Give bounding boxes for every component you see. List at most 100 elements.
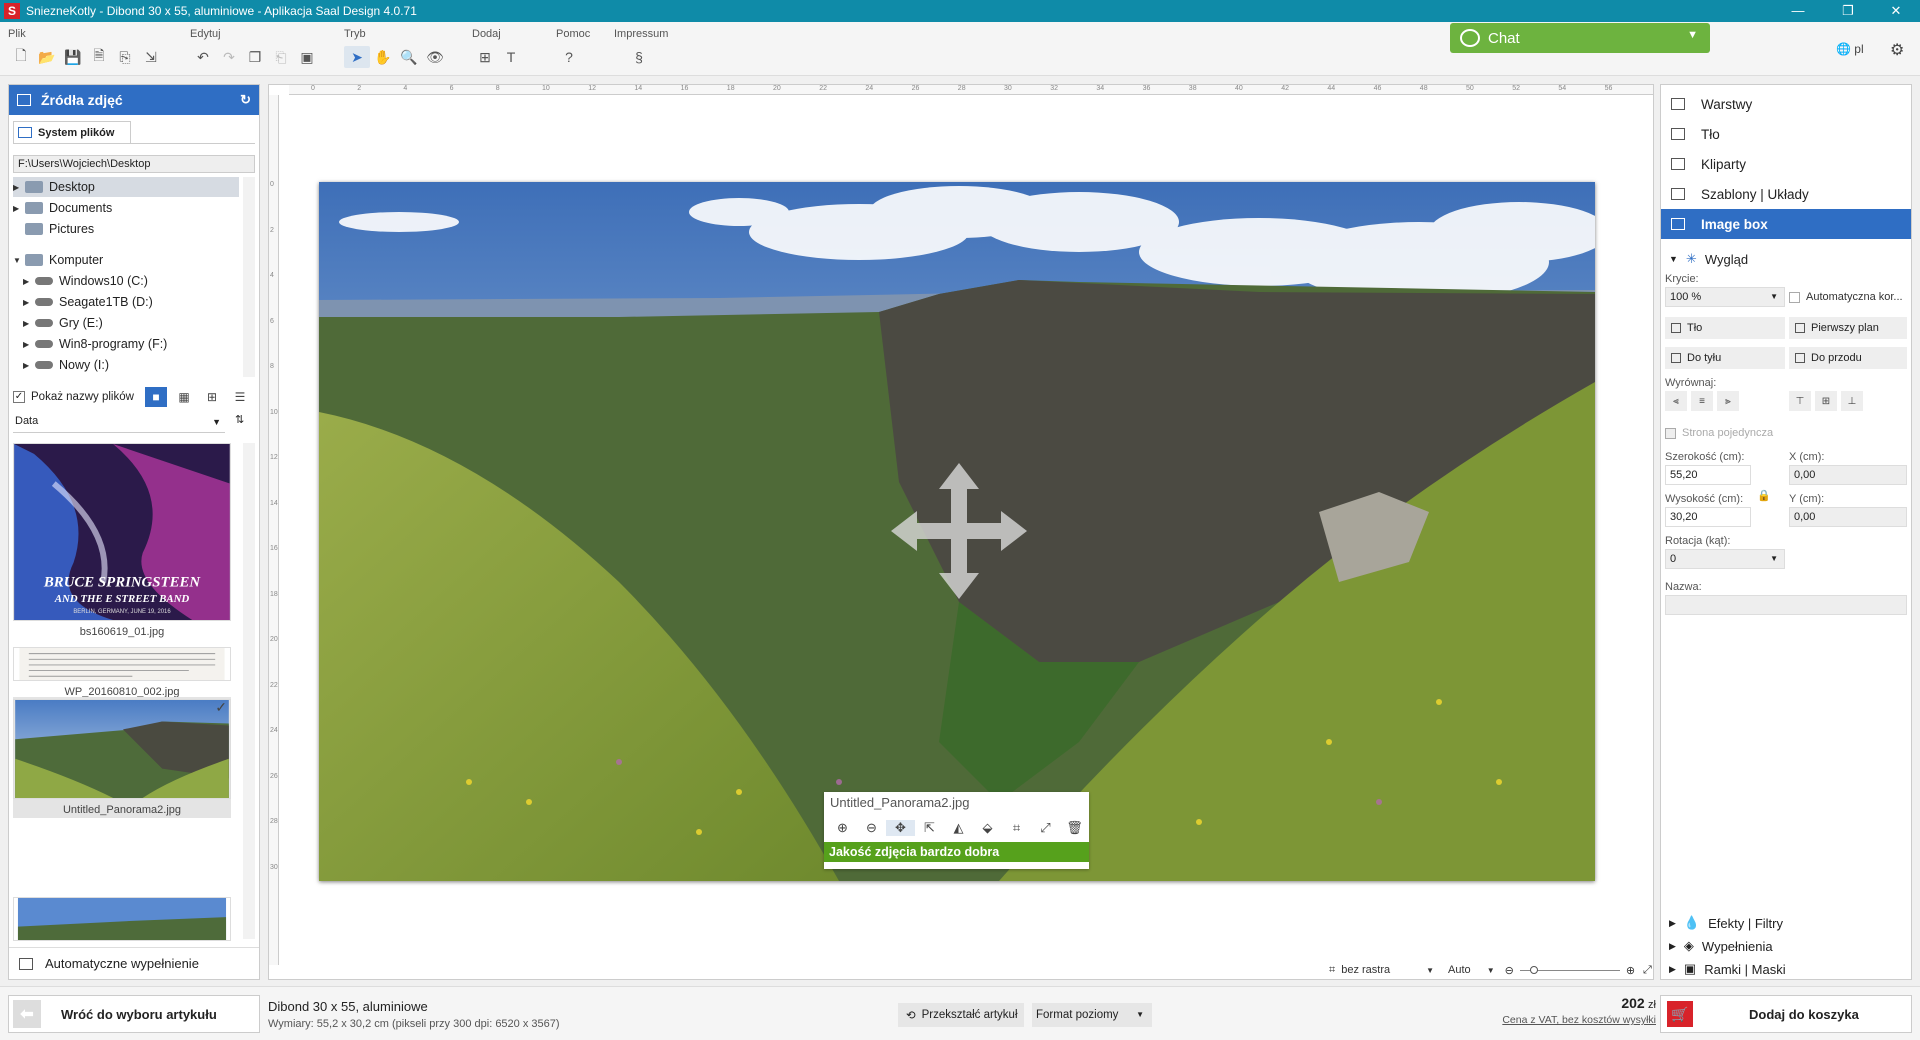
close-button[interactable]: ✕ [1876, 0, 1916, 22]
new-file-icon[interactable]: 🗋 [8, 46, 34, 68]
chat-button[interactable]: Chat ▼ [1450, 23, 1710, 53]
nav-templates[interactable]: Szablony | Układy [1661, 179, 1911, 209]
nav-background[interactable]: Tło [1661, 119, 1911, 149]
image-icon[interactable]: ▣ [294, 46, 320, 68]
chevron-down-icon[interactable]: ▼ [1487, 966, 1495, 975]
vat-note[interactable]: Cena z VAT, bez kosztów wysyłki [1470, 1014, 1656, 1026]
trash-icon[interactable]: 🗑 [1060, 820, 1089, 836]
view-medium-icon[interactable]: ▦ [173, 387, 195, 407]
section-frames[interactable]: ▶ ▣ Ramki | Maski [1669, 961, 1786, 977]
raster-select[interactable]: bez rastra [1341, 964, 1390, 976]
maximize-button[interactable]: ❐ [1828, 0, 1868, 22]
align-top-icon[interactable]: ⊤ [1789, 391, 1811, 411]
refresh-icon[interactable]: ↻ [240, 92, 251, 108]
hand-pan-icon[interactable]: ✋ [370, 46, 396, 68]
auto-color-option[interactable]: Automatyczna kor... [1789, 291, 1903, 303]
back-to-article-button[interactable]: ⬅ Wróć do wyboru artykułu [8, 995, 260, 1033]
align-bottom-icon[interactable]: ⊥ [1841, 391, 1863, 411]
menu-label-add[interactable]: Dodaj [472, 28, 524, 42]
fit-icon[interactable]: ⇱ [915, 820, 944, 836]
transform-article-button[interactable]: ⟲ Przekształć artykuł [898, 1003, 1024, 1027]
save-as-icon[interactable]: 🗎 [86, 46, 112, 68]
add-text-icon[interactable]: T [498, 46, 524, 68]
tree-item-drive-i[interactable]: ▶ Nowy (I:) [23, 355, 249, 375]
tree-expand-icon[interactable]: ▶ [13, 183, 23, 192]
tree-item-desktop[interactable]: ▶ Desktop [13, 177, 239, 197]
path-field[interactable]: F:\Users\Wojciech\Desktop [13, 155, 255, 173]
menu-label-mode[interactable]: Tryb [344, 28, 448, 42]
view-large-icon[interactable]: ■ [145, 387, 167, 407]
align-center-h-icon[interactable]: ≡ [1691, 391, 1713, 411]
checkbox-checked-icon[interactable]: ✓ [13, 391, 25, 403]
tree-item-documents[interactable]: ▶ Documents [13, 198, 239, 218]
tab-file-system[interactable]: System plików [13, 121, 131, 143]
grid-icon[interactable]: ⌗ [1329, 964, 1335, 977]
height-input[interactable]: 30,20 [1665, 507, 1751, 527]
sort-direction-icon[interactable]: ⇅ [235, 413, 244, 426]
tree-collapse-icon[interactable]: ▼ [13, 256, 23, 265]
undo-icon[interactable]: ↶ [190, 46, 216, 68]
autofill-button[interactable]: Automatyczne wypełnienie [9, 947, 259, 979]
export-icon[interactable]: ⎘ [112, 46, 138, 68]
menu-label-impressum[interactable]: Impressum [614, 28, 668, 42]
tree-expand-icon[interactable]: ▶ [13, 204, 23, 213]
view-list-icon[interactable]: ☰ [229, 387, 251, 407]
rotation-select[interactable]: 0 ▼ [1665, 549, 1785, 569]
x-input[interactable]: 0,00 [1789, 465, 1907, 485]
show-filenames-option[interactable]: ✓ Pokaż nazwy plików [13, 391, 134, 403]
to-background-button[interactable]: Tło [1665, 317, 1785, 339]
nav-cliparts[interactable]: Kliparty [1661, 149, 1911, 179]
zoom-mode-select[interactable]: Auto [1448, 964, 1471, 976]
menu-label-file[interactable]: Plik [8, 28, 164, 42]
checkbox-icon[interactable] [1789, 291, 1800, 303]
chevron-down-icon[interactable]: ▼ [1426, 966, 1434, 975]
tree-expand-icon[interactable]: ▶ [23, 298, 33, 307]
format-select[interactable]: Format poziomy ▼ [1032, 1003, 1152, 1027]
save-icon[interactable]: 💾 [60, 46, 86, 68]
bring-forward-button[interactable]: Do przodu [1789, 347, 1907, 369]
flip-horizontal-icon[interactable]: ◭ [944, 820, 973, 836]
width-input[interactable]: 55,20 [1665, 465, 1751, 485]
gear-icon[interactable]: ⚙ [1890, 40, 1904, 60]
zoom-slider[interactable] [1519, 965, 1620, 974]
thumbnail-item[interactable] [13, 897, 231, 941]
expand-icon[interactable]: ⤢ [1031, 820, 1060, 836]
impressum-icon[interactable]: § [626, 46, 652, 68]
tree-item-drive-e[interactable]: ▶ Gry (E:) [23, 313, 249, 333]
open-folder-icon[interactable]: 📂 [34, 46, 60, 68]
paste-icon[interactable]: ⎗ [268, 46, 294, 68]
copy-icon[interactable]: ❐ [242, 46, 268, 68]
zoom-out-icon[interactable]: ⊖ [857, 820, 886, 836]
section-fills[interactable]: ▶ ◈ Wypełnienia [1669, 938, 1773, 954]
move-arrows-icon[interactable] [891, 463, 1027, 599]
save-copy-icon[interactable]: ⇲ [138, 46, 164, 68]
opacity-select[interactable]: 100 % ▼ [1665, 287, 1785, 307]
tree-expand-icon[interactable]: ▶ [23, 361, 33, 370]
tree-item-pictures[interactable]: Pictures [13, 219, 239, 239]
lock-icon[interactable]: 🔒 [1757, 489, 1771, 502]
add-to-cart-button[interactable]: 🛒 Dodaj do koszyka [1660, 995, 1912, 1033]
send-backward-button[interactable]: Do tyłu [1665, 347, 1785, 369]
minimize-button[interactable]: — [1778, 0, 1818, 22]
add-image-box-icon[interactable]: ⊞ [472, 46, 498, 68]
align-right-icon[interactable]: ⫸ [1717, 391, 1739, 411]
to-foreground-button[interactable]: Pierwszy plan [1789, 317, 1907, 339]
crop-icon[interactable]: ⌗ [1002, 820, 1031, 836]
tree-item-drive-c[interactable]: ▶ Windows10 (C:) [23, 271, 249, 291]
tree-item-computer[interactable]: ▼ Komputer [13, 250, 239, 270]
align-left-icon[interactable]: ⫷ [1665, 391, 1687, 411]
zoom-slider-handle[interactable] [1529, 965, 1538, 974]
tree-item-drive-f[interactable]: ▶ Win8-programy (F:) [23, 334, 249, 354]
tree-expand-icon[interactable]: ▶ [23, 340, 33, 349]
y-input[interactable]: 0,00 [1789, 507, 1907, 527]
name-input[interactable] [1665, 595, 1907, 615]
tree-scrollbar[interactable] [243, 177, 255, 377]
align-middle-v-icon[interactable]: ⊞ [1815, 391, 1837, 411]
preview-eye-icon[interactable]: 👁 [422, 46, 448, 68]
select-pointer-icon[interactable]: ➤ [344, 46, 370, 68]
thumbnail-item-selected[interactable]: ✓ Untitled_Panorama2.jpg [13, 697, 231, 818]
menu-label-help[interactable]: Pomoc [556, 28, 590, 42]
language-selector[interactable]: 🌐 pl [1836, 42, 1864, 56]
sort-dropdown[interactable]: Data ▼ [13, 415, 225, 433]
canvas-area[interactable]: 0 2 4 6 8 10 12 14 16 18 20 22 24 26 28 30 32 34 36 38 40 42 4… [268, 84, 1654, 980]
